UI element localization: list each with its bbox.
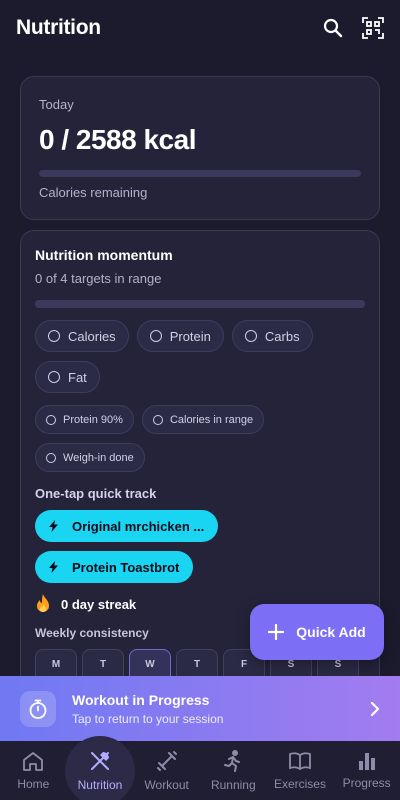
momentum-progress-bar [35, 300, 365, 308]
target-chips: Calories Protein Carbs Fat [35, 320, 365, 393]
utensils-icon [90, 751, 109, 770]
bolt-icon [49, 520, 58, 532]
circle-icon [46, 452, 56, 463]
banner-subtitle: Tap to return to your session [72, 711, 224, 726]
nav-item-running[interactable]: Running [200, 749, 266, 792]
nav-item-nutrition[interactable]: Nutrition [64, 735, 135, 800]
quick-track-item[interactable]: Protein Toastbrot [35, 551, 194, 583]
badge-calories-in-range: Calories in range [141, 405, 265, 434]
nav-label: Exercises [273, 776, 326, 791]
nav-label: Workout [144, 777, 189, 792]
momentum-title: Nutrition momentum [35, 247, 173, 263]
app-bar: Nutrition [0, 0, 400, 56]
nav-item-workout[interactable]: Workout [134, 750, 200, 792]
badge-label: Calories in range [169, 413, 254, 426]
circle-icon [152, 414, 163, 425]
quick-track-item-label: Original mrchicken ... [72, 518, 205, 534]
circle-icon [244, 330, 257, 342]
chevron-right-icon [370, 701, 380, 716]
bolt-icon [49, 561, 58, 573]
calories-progress-bar [39, 170, 361, 177]
page-title: Nutrition [16, 16, 101, 39]
badge-weigh-in-done: Weigh-in done [35, 443, 145, 472]
banner-title: Workout in Progress [72, 691, 210, 708]
nav-item-progress[interactable]: Progress [334, 752, 400, 790]
nav-label: Progress [342, 775, 391, 790]
calories-remaining-label: Calories remaining [39, 185, 148, 200]
quick-track-item-label: Protein Toastbrot [72, 559, 180, 575]
badge-label: Protein 90% [63, 413, 123, 426]
day-label: S [334, 659, 342, 670]
chip-label: Carbs [264, 328, 300, 344]
qr-scan-icon[interactable] [362, 17, 384, 39]
quick-add-label: Quick Add [296, 624, 366, 640]
flame-icon [37, 594, 49, 612]
home-icon [23, 751, 44, 771]
target-chip-protein[interactable]: Protein [136, 320, 224, 352]
badge-chips: Protein 90% Calories in range Weigh-in d… [35, 405, 365, 472]
badge-protein-90: Protein 90% [35, 405, 134, 434]
nav-label: Home [17, 776, 50, 791]
search-icon[interactable] [322, 17, 344, 39]
day-label: W [145, 659, 155, 670]
day-label: T [193, 659, 201, 670]
nav-item-home[interactable]: Home [0, 751, 66, 791]
banner-text: Workout in Progress Tap to return to you… [72, 692, 370, 726]
day-label: S [287, 659, 295, 670]
quick-track-item[interactable]: Original mrchicken ... [35, 510, 219, 542]
circle-icon [46, 414, 56, 425]
book-icon [289, 751, 311, 770]
target-chip-carbs[interactable]: Carbs [231, 320, 313, 352]
app-bar-actions [322, 17, 384, 39]
plus-icon [268, 624, 285, 640]
calories-value: 0 / 2588 kcal [39, 124, 196, 155]
circle-icon [48, 371, 60, 383]
chip-label: Calories [68, 328, 116, 344]
quick-add-button[interactable]: Quick Add [250, 604, 384, 660]
momentum-subtitle: 0 of 4 targets in range [35, 271, 162, 286]
nav-label: Nutrition [77, 777, 123, 792]
today-label: Today [39, 97, 74, 112]
chip-label: Protein [169, 328, 211, 344]
dumbbell-icon [156, 750, 177, 771]
day-label: F [240, 659, 248, 670]
badge-label: Weigh-in done [63, 451, 134, 464]
today-calories-card[interactable]: Today 0 / 2588 kcal Calories remaining [20, 76, 380, 220]
bar-chart-icon [358, 752, 375, 770]
streak-label: 0 day streak [61, 596, 137, 612]
day-label: M [51, 659, 61, 670]
target-chip-fat[interactable]: Fat [35, 361, 100, 393]
circle-icon [48, 330, 60, 342]
target-chip-calories[interactable]: Calories [35, 320, 129, 352]
workout-in-progress-banner[interactable]: Workout in Progress Tap to return to you… [0, 676, 400, 741]
nav-label: Running [210, 777, 256, 792]
bottom-nav: Home Nutrition Workout Running Exercises… [0, 735, 400, 800]
running-icon [224, 749, 241, 772]
day-label: T [99, 659, 107, 670]
circle-icon [149, 330, 162, 342]
chip-label: Fat [68, 369, 87, 385]
quick-track-label: One-tap quick track [35, 486, 157, 501]
nav-item-exercises[interactable]: Exercises [267, 751, 333, 791]
quick-track-list: Original mrchicken ... Protein Toastbrot [35, 510, 365, 583]
stopwatch-icon [20, 690, 56, 727]
